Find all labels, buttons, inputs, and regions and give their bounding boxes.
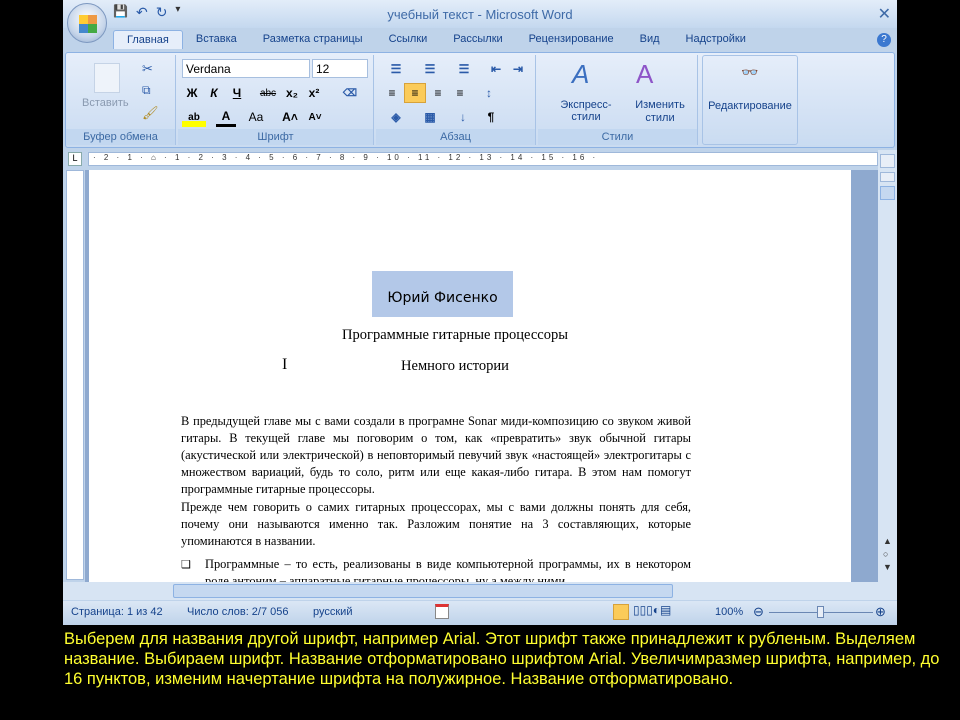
cut-icon[interactable]: ✂ (142, 61, 153, 77)
superscript-button[interactable]: x² (304, 83, 324, 103)
font-group: Verdana 12 Ж К Ч abc x₂ x² ⌫ ab A Aa A˄ … (178, 55, 374, 145)
document-page[interactable]: Юрий Фисенко Программные гитарные процес… (89, 170, 851, 588)
page-count[interactable]: Страница: 1 из 42 (71, 606, 163, 618)
browse-object-buttons[interactable]: ▲ ○ ▼ (883, 535, 892, 574)
paste-button[interactable]: Вставить (82, 97, 129, 109)
highlight-icon[interactable]: ab (182, 107, 206, 127)
document-title: Программные гитарные процессоры (342, 327, 568, 343)
word-window: 💾 ↶ ↻ ▾ учебный текст - Microsoft Word ✕… (63, 0, 897, 625)
grow-font-button[interactable]: A˄ (278, 107, 302, 127)
horizontal-scroll-thumb[interactable] (173, 584, 673, 598)
help-button[interactable]: ? (877, 33, 891, 47)
proofing-icon[interactable] (435, 604, 449, 619)
status-bar: Страница: 1 из 42 Число слов: 2/7 056 ру… (63, 601, 897, 625)
text-cursor-icon: I (282, 356, 288, 373)
tab-home[interactable]: Главная (113, 30, 183, 49)
font-color-icon[interactable]: A (216, 107, 236, 127)
binoculars-icon: 👓 (741, 64, 759, 80)
clear-formatting-icon[interactable]: ⌫ (338, 83, 362, 103)
tab-insert[interactable]: Вставка (183, 30, 250, 49)
change-styles-icon: A (636, 59, 654, 89)
font-label: Шрифт (178, 129, 373, 145)
strikethrough-button[interactable]: abc (256, 83, 280, 103)
zoom-slider-thumb[interactable] (817, 606, 824, 618)
bullets-icon[interactable]: ☰ (382, 59, 410, 79)
clipboard-label: Буфер обмена (66, 129, 175, 145)
zoom-out-icon[interactable]: ⊖ (753, 604, 764, 620)
close-button[interactable]: ✕ (878, 4, 891, 24)
show-marks-button[interactable]: ¶ (480, 107, 502, 127)
scroll-up-arrow[interactable] (880, 172, 895, 182)
numbering-icon[interactable]: ☰ (416, 59, 444, 79)
bold-button[interactable]: Ж (182, 83, 202, 103)
shrink-font-button[interactable]: A˅ (304, 107, 326, 127)
align-center-icon[interactable]: ≡ (404, 83, 426, 103)
view-mode-icons[interactable]: ▯▯▯◐▤ (633, 603, 671, 617)
editing-button[interactable]: Редактирование (703, 100, 797, 112)
language[interactable]: русский (313, 606, 352, 618)
increase-indent-icon[interactable]: ⇥ (508, 59, 528, 79)
styles-group: A A Экспресс-стили Изменить стили Стили (538, 55, 698, 145)
document-area: Юрий Фисенко Программные гитарные процес… (85, 170, 878, 588)
justify-icon[interactable]: ≡ (450, 83, 470, 103)
borders-icon[interactable]: ▦ (416, 107, 444, 127)
paragraph-group: ☰ ☰ ☰ ⇤ ⇥ ≡ ≡ ≡ ≡ ↕ ◈ ▦ ↓ ¶ Абзац (376, 55, 536, 145)
paste-icon (94, 63, 120, 93)
align-left-icon[interactable]: ≡ (382, 83, 402, 103)
word-count[interactable]: Число слов: 2/7 056 (187, 606, 289, 618)
font-size-select[interactable]: 12 (312, 59, 368, 78)
decrease-indent-icon[interactable]: ⇤ (486, 59, 506, 79)
multilevel-list-icon[interactable]: ☰ (450, 59, 478, 79)
ribbon: Вставить ✂ ⧉ 🖌 Буфер обмена Verdana 12 Ж… (65, 52, 895, 148)
change-styles-button[interactable]: Изменить стили (632, 99, 688, 125)
align-right-icon[interactable]: ≡ (428, 83, 448, 103)
copy-icon[interactable]: ⧉ (142, 83, 151, 98)
vertical-scrollbar[interactable]: ▲ ○ ▼ (878, 150, 897, 582)
italic-button[interactable]: К (204, 83, 224, 103)
quick-styles-icon: A (572, 59, 590, 89)
editing-group[interactable]: 👓 Редактирование (702, 55, 798, 145)
change-case-button[interactable]: Aa (244, 107, 268, 127)
author-name: Юрий Фисенко (387, 290, 498, 306)
window-title: учебный текст - Microsoft Word (387, 7, 573, 22)
scroll-thumb[interactable] (880, 186, 895, 200)
print-layout-icon[interactable] (613, 604, 629, 620)
tab-references[interactable]: Ссылки (376, 30, 441, 49)
tab-view[interactable]: Вид (627, 30, 673, 49)
font-name-select[interactable]: Verdana (182, 59, 310, 78)
paragraph-1: В предыдущей главе мы с вами создали в п… (181, 414, 691, 496)
tab-page-layout[interactable]: Разметка страницы (250, 30, 376, 49)
horizontal-ruler: L · 2 · 1 · ⌂ · 1 · 2 · 3 · 4 · 5 · 6 · … (63, 150, 897, 168)
ribbon-tabs: Главная Вставка Разметка страницы Ссылки… (113, 30, 759, 49)
zoom-level[interactable]: 100% (715, 606, 743, 618)
subtitle-caption: Выберем для названия другой шрифт, напри… (64, 630, 940, 688)
tab-review[interactable]: Рецензирование (516, 30, 627, 49)
horizontal-scrollbar[interactable] (63, 582, 897, 600)
paragraph-2: Прежде чем говорить о самих гитарных про… (181, 500, 691, 548)
paragraph-label: Абзац (376, 129, 535, 145)
sort-icon[interactable]: ↓ (452, 107, 474, 127)
view-ruler-button[interactable] (880, 154, 895, 168)
styles-label: Стили (538, 129, 697, 145)
line-spacing-icon[interactable]: ↕ (476, 83, 502, 103)
tab-selector[interactable]: L (68, 152, 82, 166)
tab-mailings[interactable]: Рассылки (440, 30, 515, 49)
zoom-in-icon[interactable]: ⊕ (875, 604, 886, 620)
office-logo-icon (79, 15, 97, 33)
underline-button[interactable]: Ч (226, 83, 248, 103)
tab-addins[interactable]: Надстройки (673, 30, 759, 49)
quick-styles-button[interactable]: Экспресс-стили (546, 99, 626, 123)
format-painter-icon[interactable]: 🖌 (142, 105, 159, 121)
bullet-icon: ❑ (181, 559, 191, 571)
ruler-scale[interactable]: · 2 · 1 · ⌂ · 1 · 2 · 3 · 4 · 5 · 6 · 7 … (88, 152, 878, 166)
title-bar: 💾 ↶ ↻ ▾ учебный текст - Microsoft Word ✕ (63, 0, 897, 28)
subscript-button[interactable]: x₂ (282, 83, 302, 103)
shading-icon[interactable]: ◈ (382, 107, 410, 127)
office-button[interactable] (67, 3, 107, 43)
section-heading: Немного истории (401, 358, 509, 374)
clipboard-group: Вставить ✂ ⧉ 🖌 Буфер обмена (66, 55, 176, 145)
vertical-ruler (66, 170, 84, 580)
